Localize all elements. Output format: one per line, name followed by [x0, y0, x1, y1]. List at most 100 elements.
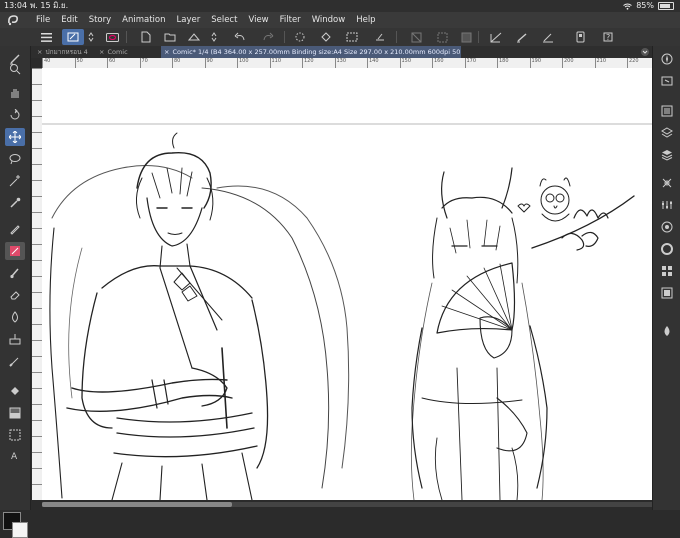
ruler-tick: 120	[302, 58, 314, 68]
ruler-snap-icon[interactable]	[488, 29, 504, 45]
new-file-icon[interactable]	[138, 29, 154, 45]
eye-icon[interactable]	[104, 29, 120, 45]
vruler-tick	[32, 452, 42, 453]
vruler-tick	[32, 404, 42, 405]
tab-menu-icon[interactable]	[640, 47, 650, 57]
menu-select[interactable]: Select	[211, 12, 237, 28]
document-tab-bar: × ปกมากหรอน 4 × Comic × Comic* 1/4 (B4 364.…	[30, 46, 652, 58]
color-wheel-icon[interactable]	[657, 240, 677, 258]
horizontal-scrollbar[interactable]	[42, 502, 652, 507]
ruler-tick: 130	[334, 58, 346, 68]
vruler-tick	[32, 372, 42, 373]
svg-text:?: ?	[606, 33, 610, 42]
ruler-tick: 180	[497, 58, 509, 68]
vruler-tick	[32, 388, 42, 389]
app-logo-icon[interactable]	[6, 14, 20, 26]
layers-icon[interactable]	[657, 124, 677, 142]
ruler-tick: 200	[562, 58, 574, 68]
undo-icon[interactable]	[232, 29, 248, 45]
redo-icon[interactable]	[260, 29, 276, 45]
brush-size-icon[interactable]	[657, 218, 677, 236]
eyedropper-icon[interactable]	[5, 194, 25, 212]
open-file-icon[interactable]	[162, 29, 178, 45]
vruler-tick	[32, 148, 42, 149]
menu-filter[interactable]: Filter	[280, 12, 301, 28]
menu-view[interactable]: View	[248, 12, 268, 28]
auto-action-icon[interactable]	[657, 322, 677, 340]
ruler-tick: 170	[464, 58, 476, 68]
rotate-icon[interactable]	[5, 106, 25, 124]
selection-invert-icon[interactable]	[434, 29, 450, 45]
sub-view-icon[interactable]	[657, 72, 677, 90]
blend-icon[interactable]	[5, 308, 25, 326]
menu-help[interactable]: Help	[356, 12, 375, 28]
close-tab-icon[interactable]: ×	[164, 48, 169, 56]
vruler-tick	[32, 356, 42, 357]
tab-document-1[interactable]: × ปกมากหรอน 4	[34, 46, 94, 58]
menu-window[interactable]: Window	[312, 12, 346, 28]
chevron-updown-icon[interactable]	[206, 29, 222, 45]
menu-edit[interactable]: Edit	[61, 12, 77, 28]
menu-story[interactable]: Story	[89, 12, 111, 28]
sub-color-swatch[interactable]	[12, 522, 28, 538]
magic-wand-icon[interactable]	[5, 172, 25, 190]
status-time: 13:04	[4, 1, 28, 10]
tool-property-icon[interactable]	[657, 174, 677, 192]
hand-icon[interactable]	[5, 84, 25, 102]
device-icon[interactable]	[572, 29, 588, 45]
battery-icon	[658, 2, 674, 10]
scrollbar-thumb[interactable]	[42, 502, 232, 507]
selection-off-icon[interactable]	[408, 29, 424, 45]
vruler-tick	[32, 132, 42, 133]
fill-bucket-icon[interactable]	[5, 382, 25, 400]
vruler-tick	[32, 276, 42, 277]
status-date: พ. 15 มิ.ย.	[30, 1, 69, 10]
vruler-tick	[32, 228, 42, 229]
pen-icon[interactable]	[5, 220, 25, 238]
drawing-canvas[interactable]	[42, 68, 652, 500]
zoom-icon[interactable]	[5, 60, 25, 78]
hamburger-menu-icon[interactable]	[38, 29, 54, 45]
text-icon[interactable]: A	[5, 446, 25, 464]
tool-palette: A	[0, 46, 31, 538]
ruler-tick: 70	[139, 58, 148, 68]
layer-stack-icon[interactable]	[657, 146, 677, 164]
eraser-icon[interactable]	[5, 286, 25, 304]
navigator-icon[interactable]	[657, 50, 677, 68]
gradient-icon[interactable]	[5, 404, 25, 422]
loading-icon[interactable]	[292, 29, 308, 45]
lasso-icon[interactable]	[5, 150, 25, 168]
tab-document-2[interactable]: × Comic	[96, 46, 158, 58]
clear-icon[interactable]	[372, 29, 388, 45]
save-icon[interactable]	[186, 29, 202, 45]
brush-snap-icon[interactable]	[514, 29, 530, 45]
brush-icon[interactable]	[5, 264, 25, 282]
vruler-tick	[32, 340, 42, 341]
ruler-tick: 90	[204, 58, 213, 68]
tab-document-active[interactable]: × Comic* 1/4 (B4 364.00 x 257.00mm Bindin…	[161, 46, 461, 58]
vruler-tick	[32, 308, 42, 309]
selection-fill-icon[interactable]	[458, 29, 474, 45]
close-tab-icon[interactable]: ×	[99, 48, 104, 56]
chevron-updown-icon[interactable]	[86, 29, 96, 45]
pencil-icon[interactable]	[5, 242, 25, 260]
pen-snap-icon[interactable]	[540, 29, 556, 45]
figure-icon[interactable]	[5, 352, 25, 370]
tool-settings-icon[interactable]	[657, 196, 677, 214]
ruler-tick: 60	[107, 58, 115, 68]
menu-file[interactable]: File	[36, 12, 50, 28]
color-set-icon[interactable]	[657, 262, 677, 280]
frame-icon[interactable]	[5, 426, 25, 444]
layer-property-icon[interactable]	[657, 102, 677, 120]
fill-icon[interactable]	[318, 29, 334, 45]
menu-animation[interactable]: Animation	[122, 12, 165, 28]
transform-icon[interactable]	[344, 29, 360, 45]
help-icon[interactable]: ?	[600, 29, 616, 45]
menu-layer[interactable]: Layer	[177, 12, 201, 28]
move-layer-icon[interactable]	[5, 128, 25, 146]
decoration-icon[interactable]	[5, 330, 25, 348]
material-icon[interactable]	[657, 284, 677, 302]
edit-mode-icon[interactable]	[62, 29, 84, 45]
vruler-tick	[32, 164, 42, 165]
close-tab-icon[interactable]: ×	[37, 48, 42, 56]
